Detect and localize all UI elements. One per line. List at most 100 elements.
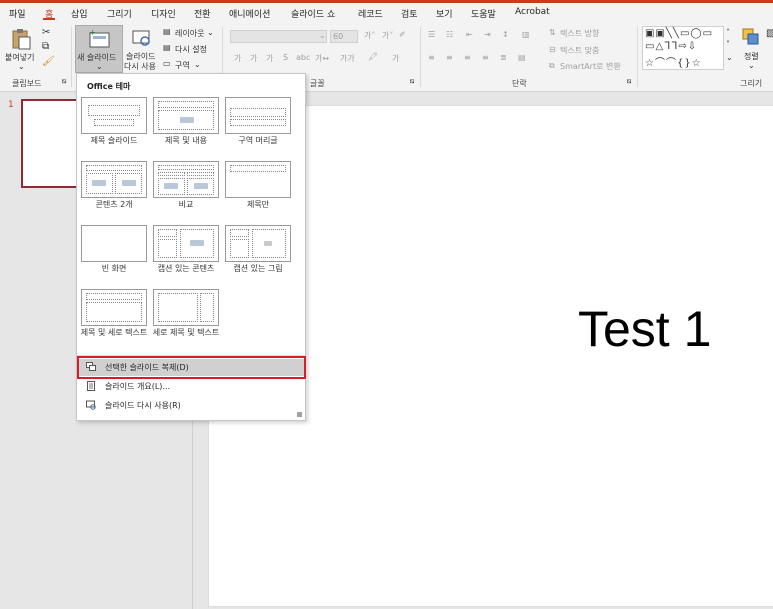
shapes-scroll-down-icon[interactable]: ˅ <box>726 40 730 49</box>
section-dropdown-icon[interactable]: ⌄ <box>194 60 201 69</box>
text-direction-button[interactable]: 텍스트 방향 <box>560 28 599 39</box>
content-icon <box>122 180 136 186</box>
reuse-slides-menu-item[interactable]: 슬라이드 다시 사용(R) <box>79 397 305 414</box>
layout-section-header[interactable] <box>225 97 291 134</box>
columns-icon[interactable]: ▥ <box>522 30 530 39</box>
tab-record[interactable]: 레코드 <box>358 7 383 20</box>
layout-two-content[interactable] <box>81 161 147 198</box>
font-size-box[interactable]: 60 <box>330 30 358 43</box>
spacing-icon[interactable]: 가↔ <box>315 53 329 64</box>
align-text-icon: ⊟ <box>549 45 556 54</box>
layout-button[interactable]: 레이아웃 <box>175 28 204 39</box>
align-right-icon[interactable]: ≡ <box>464 53 471 62</box>
numbering-icon[interactable]: ☷ <box>446 30 453 39</box>
paste-dropdown-icon[interactable]: ⌄ <box>18 62 25 71</box>
format-painter-icon[interactable]: 🖌 <box>42 56 55 67</box>
paste-icon[interactable] <box>10 28 32 50</box>
align-center-icon[interactable]: ≡ <box>446 53 453 62</box>
bullets-icon[interactable]: ☰ <box>428 30 435 39</box>
copy-icon[interactable]: ⧉ <box>42 41 49 52</box>
paragraph-launcher-icon[interactable]: ⧅ <box>627 77 631 86</box>
bold-icon[interactable]: 가 <box>234 53 241 64</box>
paragraph-group-label: 단락 <box>512 79 527 88</box>
arrange-dropdown-icon[interactable]: ⌄ <box>748 61 755 70</box>
font-name-dropdown-icon[interactable]: ⌄ <box>319 31 326 40</box>
layout-title-slide[interactable] <box>81 97 147 134</box>
columns-split-icon[interactable]: ▤ <box>518 53 526 62</box>
section-icon: ▭ <box>163 59 171 68</box>
clipboard-launcher-icon[interactable]: ⧅ <box>62 77 66 86</box>
reuse-slides-label-2[interactable]: 다시 사용 <box>124 61 156 72</box>
layout-content-with-caption[interactable] <box>153 225 219 262</box>
cut-icon[interactable]: ✂ <box>42 27 50 38</box>
group-divider <box>637 27 638 87</box>
slide-outline-menu-item[interactable]: 슬라이드 개요(L)... <box>79 378 305 395</box>
smartart-button[interactable]: SmartArt로 변환 <box>560 61 621 72</box>
tab-design[interactable]: 디자인 <box>151 7 176 20</box>
increase-indent-icon[interactable]: ⇥ <box>484 30 491 39</box>
layout-caption: 캡션 있는 그림 <box>233 264 283 273</box>
quick-styles-icon[interactable]: ▧ <box>766 28 773 39</box>
content-icon <box>194 183 208 189</box>
tab-transitions[interactable]: 전환 <box>194 7 211 20</box>
distribute-icon[interactable]: ≣ <box>500 53 507 62</box>
placeholder <box>86 302 142 322</box>
tab-slideshow[interactable]: 슬라이드 쇼 <box>291 7 335 20</box>
tab-draw[interactable]: 그리기 <box>107 7 132 20</box>
line-spacing-icon[interactable]: ↕ <box>502 30 509 39</box>
new-slide-button[interactable]: + 새 슬라이드 ⌄ <box>75 25 123 73</box>
font-color-icon[interactable]: 가 <box>392 53 399 64</box>
arrange-icon[interactable] <box>741 27 761 47</box>
layout-title-vertical-text[interactable] <box>81 289 147 326</box>
clear-format-icon[interactable]: ✐ <box>399 30 406 39</box>
layout-title-only[interactable] <box>225 161 291 198</box>
change-case-icon[interactable]: 가가 <box>340 53 355 64</box>
tab-animations[interactable]: 애니메이션 <box>229 7 270 20</box>
shapes-scroll-up-icon[interactable]: ˄ <box>726 28 730 37</box>
active-tab-indicator <box>43 18 55 20</box>
placeholder <box>230 108 286 117</box>
slide-text[interactable]: Test 1 <box>578 300 711 358</box>
font-launcher-icon[interactable]: ⧅ <box>410 77 414 86</box>
italic-icon[interactable]: 가 <box>250 53 257 64</box>
layout-blank[interactable] <box>81 225 147 262</box>
increase-font-icon[interactable]: 가˄ <box>364 30 375 41</box>
tab-acrobat[interactable]: Acrobat <box>515 7 550 17</box>
layout-dropdown-icon[interactable]: ⌄ <box>207 28 214 37</box>
layout-comparison[interactable] <box>153 161 219 198</box>
align-text-button[interactable]: 텍스트 맞춤 <box>560 45 599 56</box>
tab-review[interactable]: 검토 <box>401 7 418 20</box>
decrease-font-icon[interactable]: 가˅ <box>382 30 393 41</box>
section-button[interactable]: 구역 <box>175 60 190 71</box>
shapes-more-icon[interactable]: ⌄ <box>726 53 733 62</box>
align-left-icon[interactable]: ≡ <box>428 53 435 62</box>
strikethrough-icon[interactable]: abc <box>296 53 310 62</box>
shadow-icon[interactable]: S <box>283 53 288 62</box>
placeholder <box>158 239 177 258</box>
tab-help[interactable]: 도움말 <box>471 7 496 20</box>
layout-vertical-title-text[interactable] <box>153 289 219 326</box>
new-slide-icon: + <box>89 29 110 48</box>
layout-picture-with-caption[interactable] <box>225 225 291 262</box>
reset-icon: ▤ <box>163 43 171 52</box>
decrease-indent-icon[interactable]: ⇤ <box>466 30 473 39</box>
layout-caption: 빈 화면 <box>101 264 127 273</box>
resize-grip-icon[interactable] <box>297 412 302 417</box>
layout-icon: ▤ <box>163 27 171 36</box>
text-direction-icon: ⇅ <box>549 28 556 37</box>
font-name-box[interactable] <box>230 30 327 43</box>
layout-title-content[interactable] <box>153 97 219 134</box>
underline-icon[interactable]: 가 <box>266 53 273 64</box>
placeholder <box>230 165 286 172</box>
shapes-row-3: ☆⌒⌒{}☆ <box>645 58 702 69</box>
tab-insert[interactable]: 삽입 <box>71 7 88 20</box>
placeholder <box>230 239 249 258</box>
tab-view[interactable]: 보기 <box>436 7 453 20</box>
slide-thumbnail[interactable] <box>21 99 79 188</box>
tab-file[interactable]: 파일 <box>9 7 26 20</box>
shapes-gallery[interactable]: ▣▣╲╲▭◯▭ ▭△ᒣᒣ⇨⇩ ☆⌒⌒{}☆ <box>642 26 724 70</box>
reset-button[interactable]: 다시 설정 <box>175 44 207 55</box>
reuse-slides-icon[interactable] <box>131 28 153 48</box>
highlight-icon[interactable]: 🖍 <box>368 52 378 61</box>
justify-icon[interactable]: ≡ <box>482 53 489 62</box>
